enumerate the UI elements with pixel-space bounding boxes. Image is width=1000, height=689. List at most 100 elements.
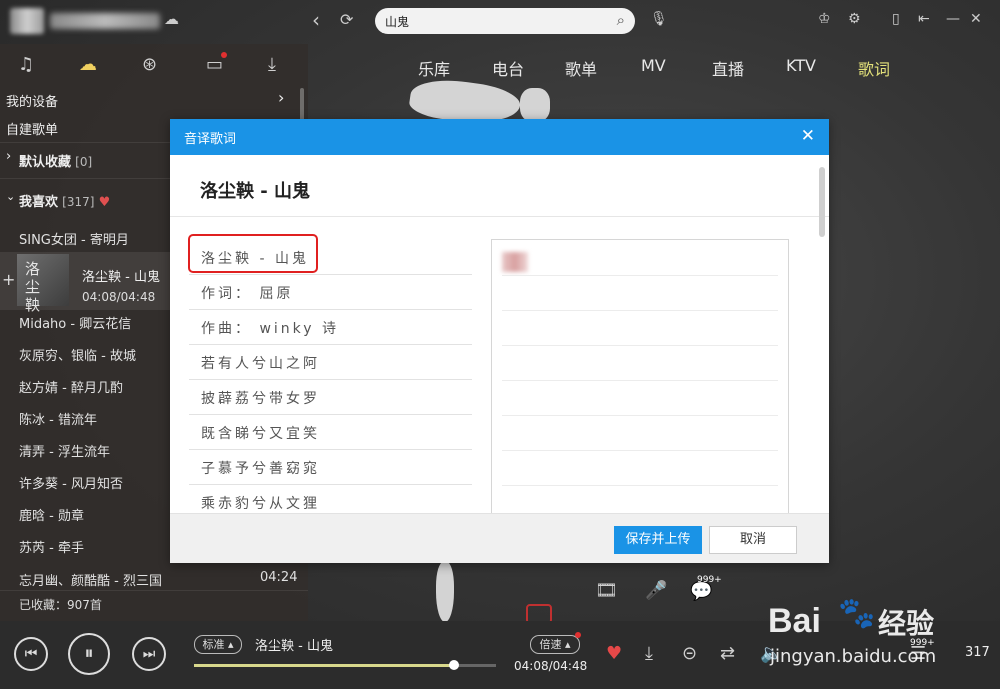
speed-selector[interactable]: 倍速 ▴ [530, 635, 580, 654]
now-playing-title: 洛尘鞅 - 山鬼 [82, 270, 160, 285]
progress-knob[interactable] [448, 660, 459, 670]
list-item[interactable]: 苏芮 - 牵手 [19, 537, 84, 556]
skin-icon[interactable]: ♔ [818, 11, 831, 27]
radio-antenna-icon[interactable]: ⊛ [142, 54, 157, 75]
search-input[interactable]: 山鬼 [385, 13, 409, 30]
user-name[interactable] [50, 13, 160, 29]
watermark-brand-suffix: 经验 [878, 607, 935, 640]
chevron-right-icon[interactable]: › [278, 88, 284, 107]
watermark-brand: Bai [768, 602, 821, 640]
collapse-icon[interactable]: ⇤ [918, 11, 930, 27]
chevron-down-icon[interactable]: ⌄ [6, 190, 15, 203]
transliteration-dialog: 音译歌词 ✕ 洛尘鞅 - 山鬼 洛尘鞅 - 山鬼 作词： 屈原 作曲： wink… [170, 119, 829, 563]
player-song-title: 洛尘鞅 - 山鬼 [255, 639, 333, 654]
notification-dot [575, 632, 581, 638]
list-item[interactable]: 鹿晗 - 勋章 [19, 505, 84, 524]
dialog-footer: 保存并上传 取消 [170, 513, 829, 563]
dialog-title: 音译歌词 [184, 132, 237, 147]
heart-icon: ♥ [98, 195, 111, 210]
divider [189, 449, 472, 450]
divider [502, 275, 778, 276]
divider [189, 484, 472, 485]
minimize-icon[interactable]: — [946, 11, 960, 27]
previous-button[interactable]: ⏮ [14, 637, 48, 671]
cancel-button[interactable]: 取消 [709, 526, 797, 554]
more-icon[interactable]: ⊝ [682, 643, 697, 664]
divider [502, 380, 778, 381]
playlist-count: 317 [965, 645, 990, 660]
pause-button[interactable]: ⏸ [68, 633, 110, 675]
divider [0, 590, 308, 591]
film-icon[interactable]: 🎞 [595, 580, 618, 601]
my-devices[interactable]: 我的设备 [6, 91, 58, 110]
album-cover[interactable]: 洛 尘 鞅 [17, 254, 69, 314]
close-icon[interactable]: ✕ [970, 11, 982, 27]
lyric-line: 作词： 屈原 [201, 286, 294, 302]
nav-mv[interactable]: MV [641, 56, 666, 75]
title-bar: ☁ ‹ ⟳ 山鬼 ⌕ 🎙 ♔ ⚙ ▯ ⇤ — ✕ [0, 0, 1000, 44]
list-item[interactable]: 赵方婧 - 醉月几酌 [19, 377, 123, 396]
song-title: 洛尘鞅 - 山鬼 [200, 181, 311, 202]
settings-gear-icon[interactable]: ⚙ [848, 11, 861, 27]
progress-fill [194, 664, 454, 667]
divider [502, 415, 778, 416]
list-item[interactable]: 灰原穷、银临 - 故城 [19, 345, 136, 364]
sidebar-tabs: ♫ ☁ ⊛ ▭ ⤓ [0, 44, 308, 88]
transliteration-input[interactable] [491, 239, 789, 519]
list-item[interactable]: 陈冰 - 错流年 [19, 409, 97, 428]
save-upload-button[interactable]: 保存并上传 [614, 526, 702, 554]
add-icon[interactable]: + [2, 270, 15, 289]
nav-live[interactable]: 直播 [712, 56, 744, 80]
heart-icon[interactable]: ♥ [606, 643, 622, 664]
avatar[interactable] [10, 8, 44, 34]
my-likes[interactable]: 我喜欢 [317] ♥ [19, 191, 110, 210]
paw-icon: 🐾 [838, 596, 876, 631]
song-duration: 04:24 [260, 570, 298, 585]
nav-lyrics[interactable]: 歌词 [858, 56, 890, 80]
default-favorites-label: 默认收藏 [19, 155, 72, 170]
my-likes-label: 我喜欢 [19, 195, 59, 210]
download-icon[interactable]: ⤓ [268, 54, 276, 75]
default-favorites-count: [0] [75, 155, 93, 169]
cloud-icon[interactable]: ☁ [164, 10, 179, 28]
calligraphy-stroke [520, 88, 550, 122]
mini-mode-icon[interactable]: ▯ [892, 11, 900, 27]
nav-library[interactable]: 乐库 [418, 56, 450, 80]
music-note-icon[interactable]: ♫ [18, 54, 34, 75]
nav-radio[interactable]: 电台 [492, 56, 524, 80]
dialog-header: 音译歌词 ✕ [170, 119, 829, 155]
search-icon[interactable]: ⌕ [617, 11, 625, 29]
player-time: 04:08/04:48 [514, 659, 588, 673]
download-icon[interactable]: ⤓ [645, 643, 653, 664]
cloud-icon[interactable]: ☁ [79, 54, 97, 75]
chevron-right-icon[interactable]: › [6, 149, 11, 164]
device-icon[interactable]: ▭ [206, 54, 223, 75]
repeat-icon[interactable]: ⇄ [720, 643, 735, 664]
microphone-icon[interactable]: 🎙 [650, 11, 668, 27]
nav-playlists[interactable]: 歌单 [565, 56, 597, 80]
back-arrow-icon[interactable]: ‹ [312, 8, 320, 32]
notification-dot [221, 52, 227, 58]
default-favorites[interactable]: 默认收藏 [0] [19, 151, 92, 170]
close-icon[interactable]: ✕ [801, 126, 815, 146]
lyric-line: 披薜荔兮带女罗 [201, 391, 320, 407]
quality-selector[interactable]: 标准 ▴ [194, 635, 242, 654]
next-button[interactable]: ⏭ [132, 637, 166, 671]
progress-bar[interactable] [194, 660, 496, 670]
lyric-line: 既含睇兮又宜笑 [201, 426, 320, 442]
collected-count: 已收藏：907首 [19, 598, 102, 612]
list-item[interactable]: Midaho - 卿云花信 [19, 313, 131, 332]
list-item[interactable]: SING女团 - 寄明月 [19, 229, 129, 248]
nav-ktv[interactable]: KTV [786, 56, 816, 75]
custom-playlists[interactable]: 自建歌单 [6, 119, 58, 138]
text-cursor [502, 252, 528, 272]
caret-up-icon: ▴ [561, 638, 571, 651]
refresh-icon[interactable]: ⟳ [340, 10, 353, 29]
search-box[interactable]: 山鬼 ⌕ [375, 8, 635, 34]
list-item[interactable]: 清弄 - 浮生流年 [19, 441, 110, 460]
microphone-icon[interactable]: 🎤 [645, 580, 667, 601]
divider [502, 485, 778, 486]
list-item[interactable]: 忘月幽、颜酷酷 - 烈三国 [19, 570, 162, 589]
calligraphy-stroke [436, 562, 454, 622]
list-item[interactable]: 许多葵 - 风月知否 [19, 473, 123, 492]
